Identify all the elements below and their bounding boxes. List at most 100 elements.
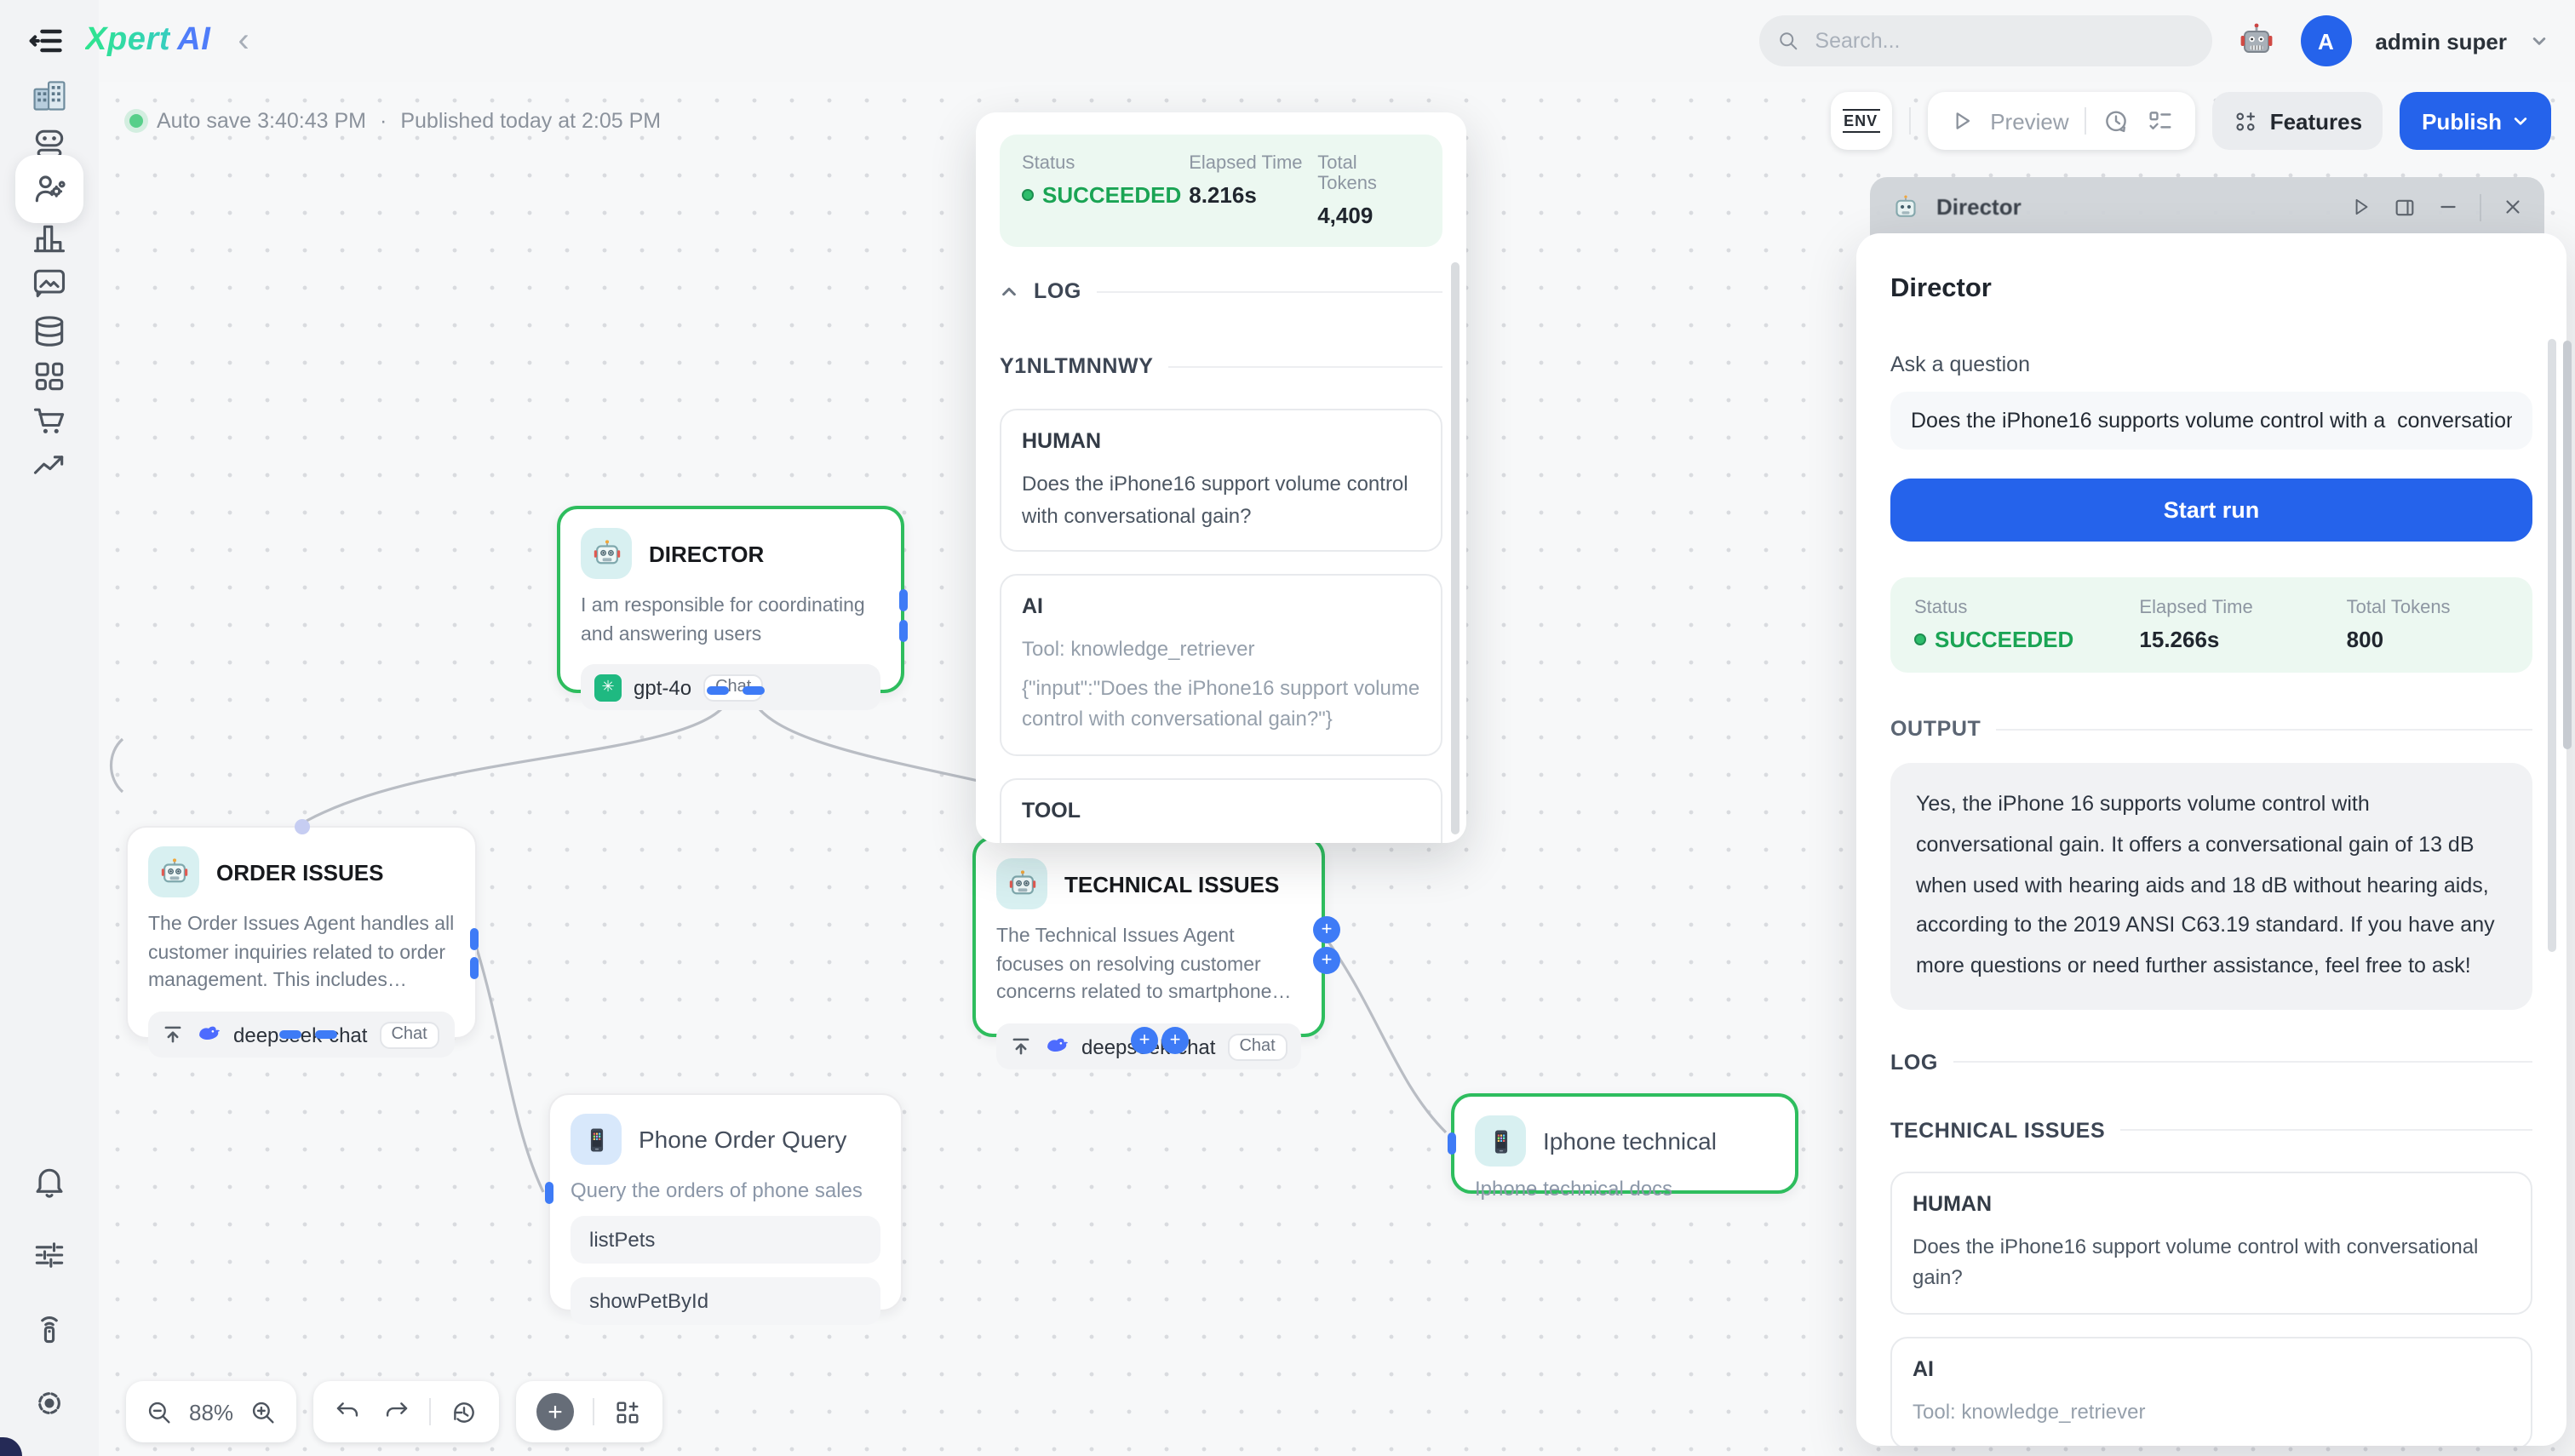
redo-icon[interactable] <box>381 1397 410 1426</box>
node-description: I am responsible for coordinating and an… <box>581 596 865 645</box>
zoom-in-icon[interactable] <box>249 1397 278 1426</box>
global-search[interactable] <box>1758 15 2212 66</box>
edge-endpoint-dot <box>295 819 310 834</box>
preferences-icon[interactable] <box>29 1235 70 1275</box>
add-block-icon[interactable] <box>613 1397 642 1426</box>
message-text: Does the iPhone16 support volume control… <box>1022 472 1408 528</box>
log-section-header[interactable]: LOG <box>1890 1051 2532 1075</box>
projects-icon[interactable] <box>29 356 70 397</box>
marketplace-icon[interactable] <box>29 400 70 441</box>
minimize-icon[interactable] <box>2437 196 2459 218</box>
analytics-icon[interactable] <box>29 218 70 259</box>
collapse-sidebar-icon[interactable] <box>27 22 65 60</box>
sidebar <box>0 0 99 1456</box>
question-input[interactable] <box>1890 392 2532 450</box>
node-director[interactable]: DIRECTOR I am responsible for coordinati… <box>557 506 908 711</box>
connector-handle[interactable] <box>899 589 908 611</box>
user-name[interactable]: admin super <box>2375 28 2507 54</box>
expand-panel-icon[interactable] <box>2393 195 2417 219</box>
features-button[interactable]: Features <box>2211 92 2383 150</box>
knowledge-base-icon[interactable] <box>29 312 70 353</box>
tokens-label: Total Tokens <box>2346 598 2451 618</box>
tool-item[interactable]: listPets <box>571 1216 880 1264</box>
preview-play-icon[interactable] <box>1947 107 1975 135</box>
inspector-window-titlebar[interactable]: Director <box>1870 177 2544 237</box>
zoom-out-icon[interactable] <box>145 1397 174 1426</box>
model-selector[interactable]: ✳ gpt-4o Chat <box>581 664 880 711</box>
node-phone-order-query[interactable]: Phone Order Query Query the orders of ph… <box>545 1093 903 1325</box>
panel-scrollbar[interactable] <box>1451 262 1460 834</box>
features-icon <box>2233 108 2258 134</box>
node-title: Phone Order Query <box>639 1126 847 1153</box>
start-run-button[interactable]: Start run <box>1890 479 2532 542</box>
status-label: Status <box>1022 153 1075 174</box>
connector-handle[interactable] <box>707 686 729 695</box>
edge-orderissues-phoneorderquery <box>473 943 545 1193</box>
canvas-toolbar: ENV Preview Features Publish <box>1830 92 2551 150</box>
connector-handle[interactable] <box>470 928 479 950</box>
page-scrollbar[interactable] <box>2563 341 2572 749</box>
connector-handle[interactable] <box>1448 1132 1456 1155</box>
node-iphone-technical[interactable]: Iphone technical Iphone technical docs <box>1448 1093 1798 1201</box>
edge-director-orderissues <box>306 694 732 823</box>
app-logo[interactable]: Xpert AI <box>85 22 210 60</box>
env-button[interactable]: ENV <box>1830 92 1892 150</box>
window-title: Director <box>1936 194 2022 220</box>
trends-icon[interactable] <box>29 444 70 485</box>
history-icon[interactable] <box>450 1397 479 1426</box>
deepseek-icon <box>196 1022 221 1047</box>
log-section-header[interactable]: LOG <box>1000 279 1442 303</box>
connector-handle[interactable] <box>470 957 479 979</box>
history-clock-icon[interactable] <box>2102 106 2131 135</box>
question-label: Ask a question <box>1890 353 2030 376</box>
add-connection-button[interactable]: + <box>1131 1027 1158 1054</box>
user-menu-caret-icon[interactable] <box>2531 32 2548 49</box>
connector-handle[interactable] <box>315 1030 337 1039</box>
connector-handle[interactable] <box>743 686 765 695</box>
run-window-icon[interactable] <box>2350 196 2372 218</box>
phone-icon <box>571 1114 622 1165</box>
undo-icon[interactable] <box>334 1397 363 1426</box>
chevron-up-icon <box>1002 286 1016 295</box>
node-technical-issues[interactable]: TECHNICAL ISSUES The Technical Issues Ag… <box>972 836 1340 1070</box>
preview-button[interactable]: Preview <box>1990 108 2069 134</box>
divider <box>1096 290 1442 292</box>
devices-icon[interactable] <box>29 1308 70 1349</box>
chat-media-icon[interactable] <box>29 262 70 303</box>
run-id: Y1NLTMNNWY <box>1000 354 1154 378</box>
pin-top-icon <box>162 1023 184 1046</box>
checklist-icon[interactable] <box>2146 106 2175 135</box>
sidebar-item-agent-builder[interactable] <box>15 155 83 223</box>
status-dot-icon <box>1022 189 1034 201</box>
connector-handle[interactable] <box>899 620 908 642</box>
panel-scrollbar[interactable] <box>2548 339 2556 952</box>
tool-item[interactable]: showPetById <box>571 1277 880 1325</box>
robot-icon <box>996 858 1047 909</box>
tokens-value: 800 <box>2346 627 2384 652</box>
connector-handle[interactable] <box>545 1182 553 1204</box>
add-node-button[interactable]: + <box>536 1393 575 1430</box>
close-icon[interactable] <box>2502 196 2524 218</box>
phone-icon <box>1475 1115 1526 1167</box>
run-log-panel[interactable]: Status SUCCEEDED Elapsed Time 8.216s Tot… <box>976 112 1466 843</box>
add-connection-button[interactable]: + <box>1313 947 1340 974</box>
back-chevron-icon[interactable]: ‹ <box>238 24 249 58</box>
search-icon <box>1775 29 1799 53</box>
add-connection-button[interactable]: + <box>1313 916 1340 943</box>
publish-button[interactable]: Publish <box>2400 92 2551 150</box>
model-badge: Chat <box>1227 1033 1288 1061</box>
publish-caret-icon <box>2514 118 2527 125</box>
search-input[interactable] <box>1811 27 2195 54</box>
connector-handle[interactable] <box>279 1030 301 1039</box>
model-selector[interactable]: deepseek-chat Chat <box>148 1012 455 1058</box>
settings-icon[interactable] <box>29 1383 70 1424</box>
avatar[interactable]: A <box>2300 15 2352 66</box>
model-badge: Chat <box>379 1021 439 1049</box>
node-order-issues[interactable]: ORDER ISSUES The Order Issues Agent hand… <box>126 819 479 1058</box>
message-role: TOOL <box>1022 798 1081 823</box>
status-dot-icon <box>1914 633 1926 645</box>
add-connection-button[interactable]: + <box>1161 1027 1189 1054</box>
assistant-robot-icon[interactable] <box>2235 20 2276 61</box>
elapsed-label: Elapsed Time <box>2139 598 2253 618</box>
notifications-icon[interactable] <box>29 1161 70 1202</box>
